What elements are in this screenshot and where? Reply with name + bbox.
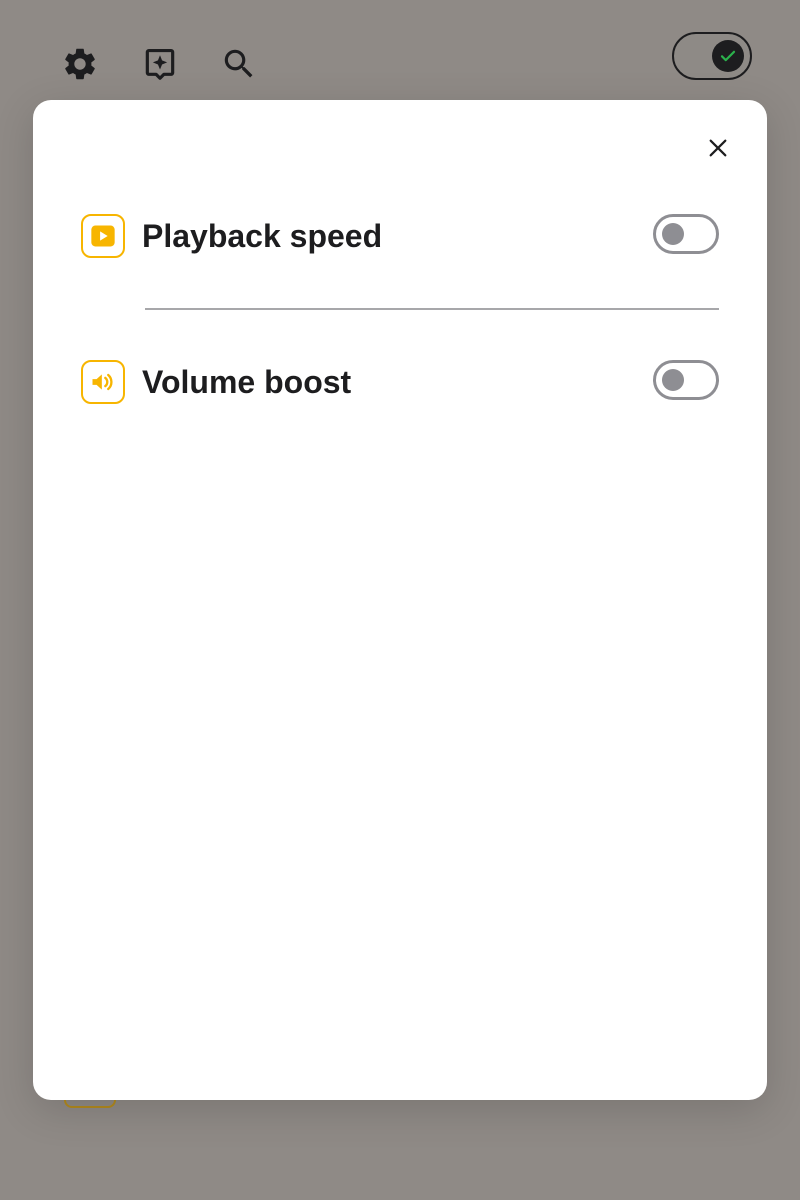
sparkle-bookmark-icon[interactable] bbox=[140, 44, 180, 84]
divider bbox=[145, 308, 719, 310]
close-icon bbox=[709, 139, 727, 157]
search-icon[interactable] bbox=[219, 44, 259, 84]
setting-label: Volume boost bbox=[142, 364, 352, 400]
playback-speed-toggle[interactable] bbox=[653, 214, 719, 254]
master-toggle[interactable] bbox=[672, 32, 752, 80]
close-button[interactable] bbox=[703, 133, 733, 163]
settings-sheet: Playback speed Volume boost bbox=[33, 100, 767, 1100]
check-icon bbox=[720, 50, 736, 62]
setting-label: Playback speed bbox=[142, 218, 383, 254]
toggle-knob bbox=[662, 223, 684, 245]
master-toggle-knob bbox=[712, 40, 744, 72]
top-bar bbox=[0, 0, 800, 100]
volume-boost-toggle[interactable] bbox=[653, 360, 719, 400]
setting-row-volume-boost: Volume boost bbox=[81, 358, 721, 406]
toggle-knob bbox=[662, 369, 684, 391]
setting-row-playback-speed: Playback speed bbox=[81, 212, 721, 260]
play-icon bbox=[81, 214, 125, 258]
speaker-icon bbox=[81, 360, 125, 404]
gear-icon[interactable] bbox=[60, 44, 100, 84]
